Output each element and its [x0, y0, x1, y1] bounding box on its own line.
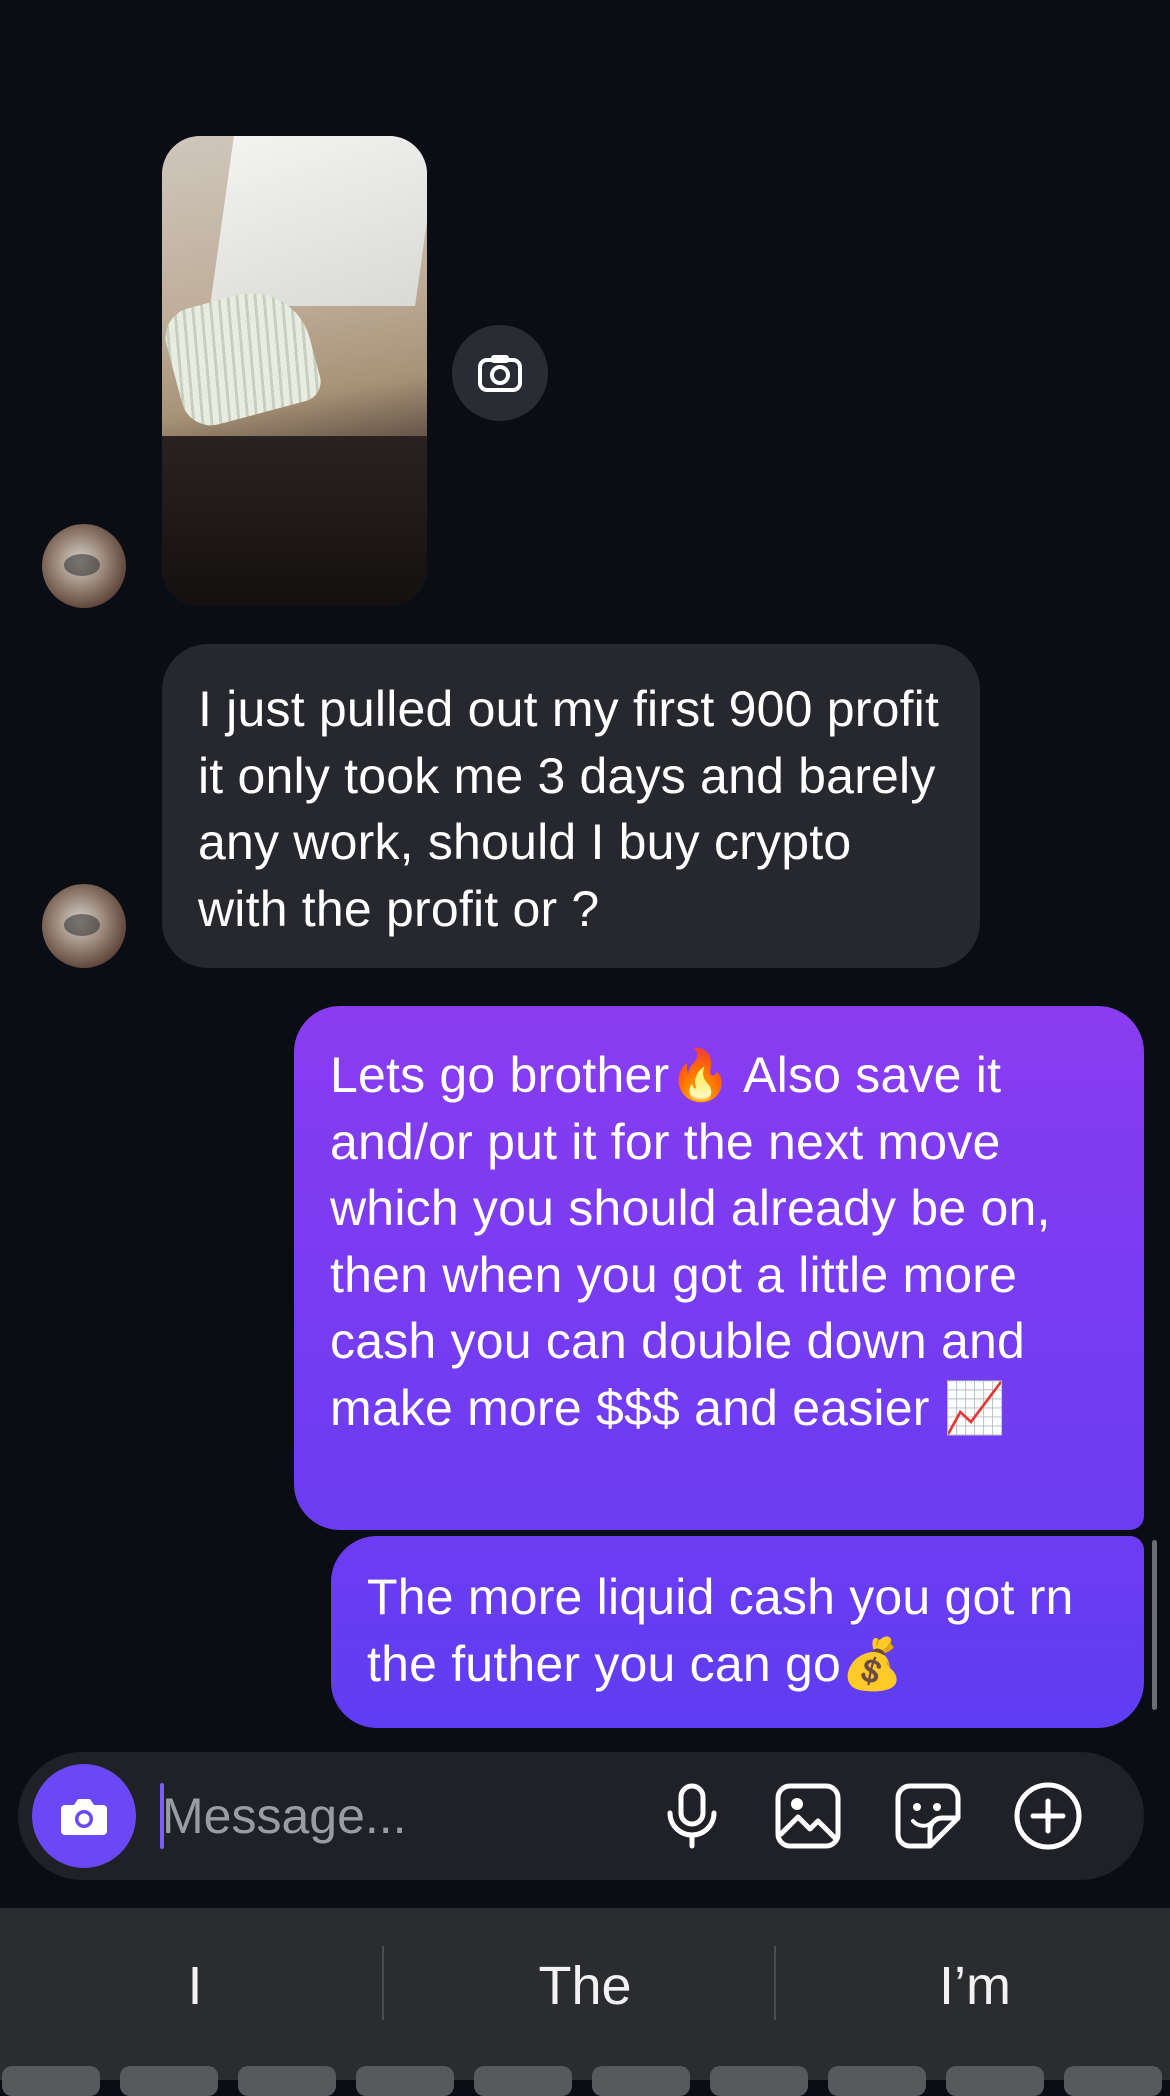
sticker-icon — [895, 1783, 961, 1849]
keyboard-key[interactable] — [710, 2066, 808, 2096]
keyboard-key[interactable] — [828, 2066, 926, 2096]
gallery-button[interactable] — [770, 1778, 846, 1854]
incoming-message: I just pulled out my first 900 profit it… — [162, 644, 980, 968]
microphone-icon — [667, 1783, 717, 1849]
reply-camera-button[interactable] — [452, 325, 548, 421]
camera-button[interactable] — [32, 1764, 136, 1868]
car-window — [210, 136, 427, 306]
keyboard-key[interactable] — [120, 2066, 218, 2096]
camera-icon — [478, 355, 522, 392]
suggestion-divider — [382, 1946, 384, 2020]
keyboard-key[interactable] — [946, 2066, 1044, 2096]
jacket-sleeve — [162, 436, 427, 606]
outgoing-message: Lets go brother🔥 Also save it and/or put… — [294, 1006, 1144, 1530]
keyboard-key[interactable] — [2, 2066, 100, 2096]
sticker-button[interactable] — [890, 1778, 966, 1854]
outgoing-message: The more liquid cash you got rn the futh… — [331, 1536, 1144, 1728]
keyboard-key[interactable] — [1064, 2066, 1162, 2096]
shared-photo[interactable] — [162, 136, 427, 606]
message-input[interactable] — [162, 1780, 642, 1852]
more-button[interactable] — [1010, 1778, 1086, 1854]
suggestion-1[interactable]: I — [0, 1955, 390, 2017]
camera-icon — [61, 1799, 107, 1835]
keyboard-key[interactable] — [474, 2066, 572, 2096]
sender-avatar[interactable] — [42, 884, 126, 968]
scrollbar[interactable] — [1152, 1540, 1157, 1710]
keyboard-key[interactable] — [592, 2066, 690, 2096]
plus-circle-icon — [1014, 1782, 1082, 1850]
sender-avatar[interactable] — [42, 524, 126, 608]
suggestion-3[interactable]: I’m — [780, 1955, 1170, 2017]
gallery-icon — [775, 1783, 841, 1849]
suggestion-divider — [774, 1946, 776, 2020]
keyboard-key[interactable] — [356, 2066, 454, 2096]
keyboard-key[interactable] — [238, 2066, 336, 2096]
suggestion-2[interactable]: The — [390, 1955, 780, 2017]
microphone-button[interactable] — [654, 1778, 730, 1854]
